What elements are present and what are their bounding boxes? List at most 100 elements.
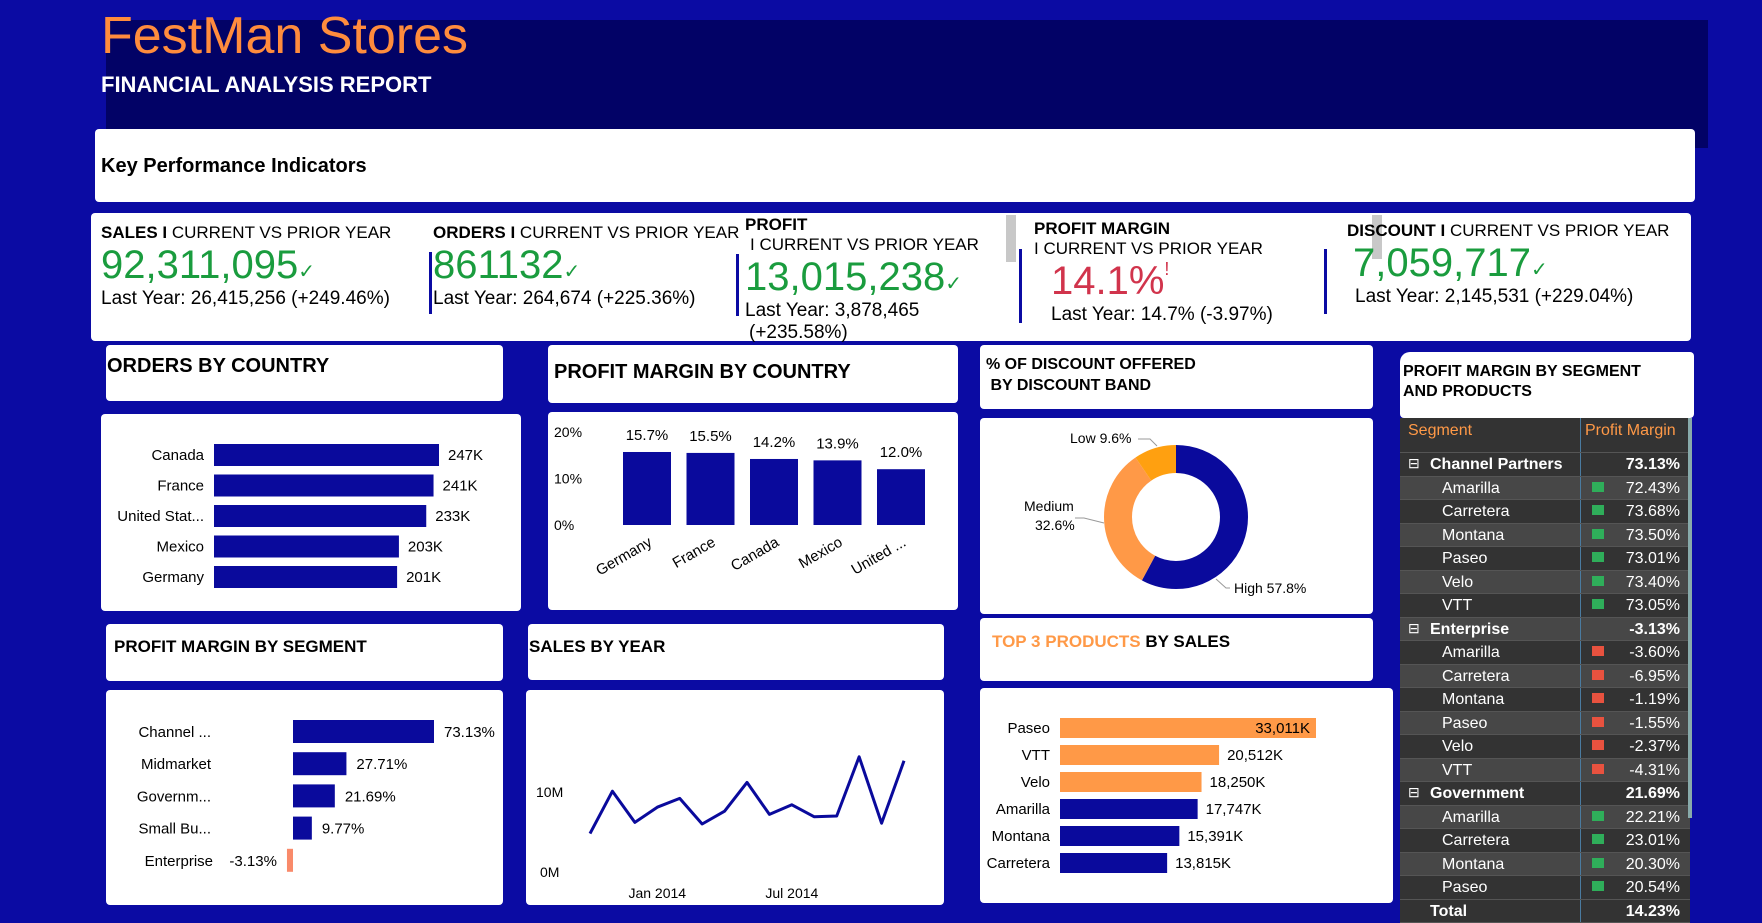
- table-row[interactable]: Amarilla 22.21%: [1400, 805, 1690, 829]
- discount-band-header: % OF DISCOUNT OFFERED BY DISCOUNT BAND: [980, 345, 1373, 409]
- flag-icon: [1592, 810, 1604, 821]
- kpi-title-rest: CURRENT VS PRIOR YEAR: [167, 223, 392, 242]
- data-label: 233K: [435, 508, 470, 525]
- kpi-last-year: Last Year: 26,415,256 (+249.46%): [101, 288, 390, 309]
- kpi-divider: [1324, 249, 1327, 314]
- collapse-icon[interactable]: ⊟: [1408, 455, 1420, 472]
- table-row[interactable]: Paseo 73.01%: [1400, 547, 1690, 571]
- row-label: Carretera: [1442, 503, 1510, 520]
- data-label: 17,747K: [1206, 801, 1262, 818]
- leader-line: [1215, 578, 1230, 589]
- y-tick-label: 20%: [554, 424, 582, 440]
- kpi-profit-margin[interactable]: PROFIT MARGIN I CURRENT VS PRIOR YEAR 14…: [1034, 219, 1273, 326]
- row-label: Carretera: [1442, 832, 1510, 849]
- kpi-discount[interactable]: DISCOUNT I CURRENT VS PRIOR YEAR 7,059,7…: [1347, 221, 1669, 308]
- bar: [813, 460, 862, 525]
- table-row[interactable]: Velo 73.40%: [1400, 570, 1690, 594]
- pm-segment-products-table: Segment Profit Margin ⊟ Channel Partners 7…: [1400, 418, 1690, 923]
- pm-by-segment-header: PROFIT MARGIN BY SEGMENT: [106, 624, 503, 681]
- column-header[interactable]: Segment: [1408, 422, 1472, 440]
- table-row[interactable]: Montana 73.50%: [1400, 523, 1690, 547]
- row-label: Enterprise: [1430, 620, 1510, 638]
- row-value: -6.95%: [1629, 667, 1680, 685]
- category-label: Mexico: [156, 539, 204, 556]
- y-tick-label: 10M: [536, 784, 563, 800]
- kpi-value: 13,015,238: [745, 255, 946, 299]
- table-scrollbar[interactable]: [1688, 418, 1692, 818]
- bar: [1060, 799, 1198, 819]
- data-label: 14.2%: [753, 434, 796, 451]
- table-group-row[interactable]: ⊟ Channel Partners 73.13%: [1400, 453, 1690, 477]
- category-label: Enterprise: [145, 853, 213, 870]
- kpi-divider: [736, 254, 739, 316]
- kpi-title-rest: I CURRENT VS PRIOR YEAR: [750, 235, 979, 254]
- row-value: 72.43%: [1625, 479, 1680, 497]
- kpi-sales[interactable]: SALES I CURRENT VS PRIOR YEAR 92,311,095…: [101, 223, 391, 310]
- table-row[interactable]: VTT 73.05%: [1400, 594, 1690, 618]
- x-tick-label: Jul 2014: [765, 885, 818, 901]
- table-row[interactable]: Velo -2.37%: [1400, 735, 1690, 759]
- table-row[interactable]: VTT -4.31%: [1400, 758, 1690, 782]
- kpi-panel: SALES I CURRENT VS PRIOR YEAR 92,311,095…: [91, 213, 1691, 344]
- y-tick-label: 10%: [554, 471, 582, 487]
- table-row[interactable]: Carretera 73.68%: [1400, 500, 1690, 524]
- collapse-icon[interactable]: ⊟: [1408, 784, 1420, 801]
- row-value: 23.01%: [1625, 832, 1680, 849]
- column-header[interactable]: Profit Margin: [1585, 422, 1676, 440]
- table-group-row[interactable]: ⊟ Government 21.69%: [1400, 782, 1690, 806]
- kpi-profit[interactable]: PROFIT I CURRENT VS PRIOR YEAR 13,015,23…: [745, 215, 979, 344]
- collapse-icon[interactable]: ⊟: [1408, 620, 1420, 637]
- category-label: Montana: [992, 828, 1051, 845]
- pm-by-segment-chart: 73.13% Channel ... 27.71% Midmarket 21.69% Go…: [106, 690, 503, 905]
- column-divider: [1580, 876, 1581, 899]
- row-label: Amarilla: [1442, 808, 1500, 826]
- data-label: 15.5%: [689, 428, 732, 445]
- data-label: 13.9%: [816, 435, 859, 452]
- category-label: United Stat...: [117, 508, 204, 525]
- flag-icon: [1592, 763, 1604, 774]
- column-divider: [1580, 617, 1581, 640]
- pm-by-segment-svg: 73.13% Channel ... 27.71% Midmarket 21.69% Go…: [137, 720, 495, 872]
- data-label: 201K: [406, 569, 441, 586]
- column-divider: [1580, 570, 1581, 593]
- row-value: 22.21%: [1625, 808, 1680, 826]
- column-divider: [1580, 688, 1581, 711]
- table-group-row[interactable]: ⊟ Enterprise -3.13%: [1400, 617, 1690, 641]
- data-label: 247K: [448, 447, 483, 464]
- y-tick-label: 0M: [540, 864, 559, 880]
- y-tick-label: 0%: [554, 517, 574, 533]
- kpi-orders[interactable]: ORDERS I CURRENT VS PRIOR YEAR 861132✓ L…: [433, 223, 739, 310]
- flag-icon: [1592, 481, 1604, 492]
- data-label: 21.69%: [345, 788, 396, 805]
- table-row[interactable]: Carretera 23.01%: [1400, 829, 1690, 853]
- table-row[interactable]: Paseo 20.54%: [1400, 876, 1690, 900]
- kpi-title-bold: ORDERS I: [433, 223, 516, 242]
- table-row[interactable]: Paseo -1.55%: [1400, 711, 1690, 735]
- kpi-title-rest: CURRENT VS PRIOR YEAR: [1445, 221, 1670, 240]
- column-divider: [1580, 758, 1581, 781]
- check-icon: ✓: [1530, 259, 1548, 281]
- table-row[interactable]: Carretera -6.95%: [1400, 664, 1690, 688]
- row-value: 21.69%: [1625, 785, 1680, 802]
- data-label: 13,815K: [1175, 855, 1231, 872]
- row-value: -3.13%: [1629, 620, 1680, 638]
- kpi-last-year: Last Year: 3,878,465: [745, 300, 920, 321]
- table-row[interactable]: Montana 20.30%: [1400, 852, 1690, 876]
- bar: [1060, 772, 1202, 792]
- flag-icon: [1592, 669, 1604, 680]
- section-title: ORDERS BY COUNTRY: [107, 355, 330, 377]
- row-value: -2.37%: [1629, 738, 1680, 755]
- row-label: Carretera: [1442, 667, 1510, 685]
- row-value: 20.54%: [1625, 879, 1680, 896]
- table-row[interactable]: Montana -1.19%: [1400, 688, 1690, 712]
- section-title-highlight: TOP 3 PRODUCTS: [992, 632, 1141, 651]
- kpi-title-rest: CURRENT VS PRIOR YEAR: [515, 223, 740, 242]
- scrollbar-thumb[interactable]: [1006, 215, 1016, 262]
- table-row[interactable]: Amarilla -3.60%: [1400, 641, 1690, 665]
- bar: [293, 720, 434, 743]
- row-value: -4.31%: [1629, 761, 1680, 779]
- pm-by-country-svg: 20% 10% 0% 15.7% Germany 15.5% France 14.2% Cana…: [554, 424, 925, 579]
- category-label: Channel ...: [138, 724, 211, 741]
- table-row[interactable]: Amarilla 72.43%: [1400, 476, 1690, 500]
- check-icon: ✓: [298, 261, 315, 283]
